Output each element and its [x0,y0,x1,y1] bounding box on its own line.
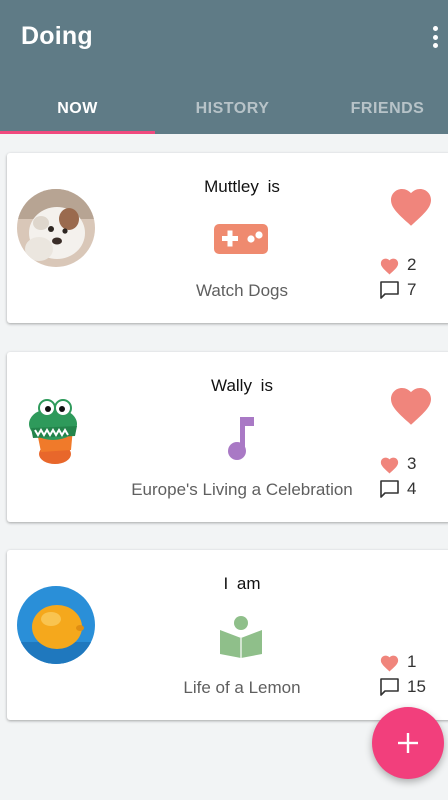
gamepad-icon [212,215,270,263]
overflow-menu-icon[interactable] [428,24,442,50]
tab-now[interactable]: NOW [0,84,155,134]
person-status: I am [223,574,261,593]
add-activity-button[interactable] [372,707,444,779]
app-title: Doing [21,22,93,50]
like-heart-button[interactable] [387,183,437,229]
music-note-icon [212,414,270,462]
activity-name: Life of a Lemon [183,678,301,697]
puppy-avatar [17,189,95,267]
feed-card[interactable]: Muttley is Watch Dogs 2 7 [7,153,448,323]
likes-value: 1 [407,652,417,671]
tab-indicator [0,131,155,134]
toy-crocodile-avatar [17,388,95,466]
tab-friends[interactable]: FRIENDS [310,84,448,134]
reading-book-icon [212,612,270,660]
lemon-avatar [17,586,95,664]
like-heart-button[interactable] [387,382,437,428]
feed-card[interactable]: I am Life of a Lemon 1 15 [7,550,448,720]
person-status: Wally is [211,376,273,395]
comments-count[interactable]: 4 [379,478,416,500]
comments-count[interactable]: 7 [379,279,416,301]
app-bar: Doing NOW HISTORY FRIENDS [0,0,448,134]
comments-value: 15 [407,677,426,696]
plus-icon [398,733,418,753]
person-status: Muttley is [204,177,280,196]
likes-value: 3 [407,454,417,473]
tab-bar: NOW HISTORY FRIENDS [0,84,448,134]
tab-history[interactable]: HISTORY [155,84,310,134]
activity-name: Europe's Living a Celebration [131,480,353,499]
comment-icon [380,480,399,498]
likes-count: 1 [379,651,416,673]
activity-name: Watch Dogs [196,281,288,300]
comments-count[interactable]: 15 [379,676,426,698]
likes-value: 2 [407,255,417,274]
comment-icon [380,678,399,696]
comment-icon [380,281,399,299]
feed-card[interactable]: Wally is Europe's Living a Celebration 3… [7,352,448,522]
likes-count: 2 [379,254,416,276]
comments-value: 7 [407,280,417,299]
heart-icon [380,457,399,473]
heart-icon [380,655,399,671]
likes-count: 3 [379,453,416,475]
heart-icon [380,258,399,274]
comments-value: 4 [407,479,417,498]
